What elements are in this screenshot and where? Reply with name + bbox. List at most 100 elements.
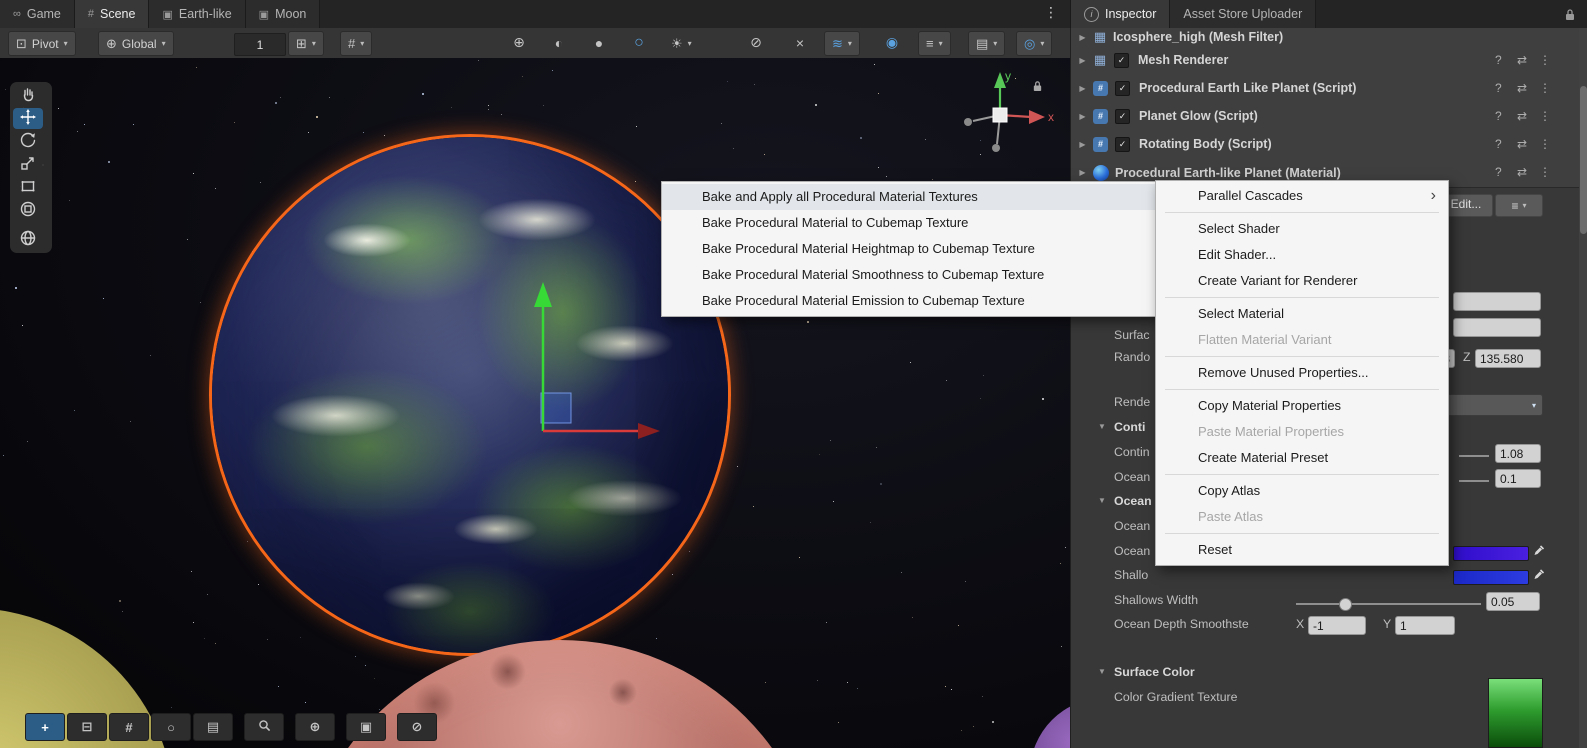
presets-icon[interactable]: ⇄ (1517, 81, 1527, 95)
menu-item-create-variant[interactable]: Create Variant for Renderer (1156, 268, 1448, 294)
help-icon[interactable]: ? (1495, 137, 1502, 151)
color-gradient-texture-preview[interactable] (1488, 678, 1543, 748)
component-enabled-checkbox[interactable]: ✓ (1115, 109, 1130, 124)
continent-value-field[interactable] (1495, 444, 1541, 463)
scene-viewport[interactable]: y x + ⊟ # ○ ▤ ⊕ ▣ ⊘ (0, 58, 1070, 748)
presets-icon[interactable]: ⇄ (1517, 165, 1527, 179)
foldout-icon[interactable]: ▶ (1074, 140, 1091, 149)
kebab-icon[interactable]: ⋮ (1539, 137, 1551, 151)
gizmos-dropdown[interactable]: ◎ ▾ (1016, 31, 1052, 56)
foldout-open-icon[interactable]: ▼ (1098, 667, 1106, 676)
rotate-tool-button[interactable] (13, 131, 43, 152)
foldout-icon[interactable]: ▶ (1074, 112, 1091, 121)
x-axis-arrowhead[interactable] (638, 423, 660, 439)
menu-item-edit-shader[interactable]: Edit Shader... (1156, 242, 1448, 268)
kebab-icon[interactable]: ⋮ (1539, 81, 1551, 95)
menu-item-bake-apply-all[interactable]: Bake and Apply all Procedural Material T… (662, 184, 1156, 210)
tab-moon[interactable]: ▣ Moon (246, 0, 321, 28)
lighting-dropdown[interactable]: ☀ ▾ (663, 31, 700, 56)
transform-tool-button[interactable] (13, 200, 43, 221)
effects-off-icon[interactable]: × (786, 31, 814, 54)
component-header-procedural-earth[interactable]: ▶ # ✓ Procedural Earth Like Planet (Scri… (1071, 74, 1579, 103)
help-icon[interactable]: ? (1495, 109, 1502, 123)
tab-earth-like[interactable]: ▣ Earth-like (149, 0, 245, 28)
kebab-icon[interactable]: ⋮ (1539, 165, 1551, 179)
section-header-ocean[interactable]: Ocean (1114, 494, 1152, 508)
section-header-continents[interactable]: Conti (1114, 420, 1145, 434)
effects-dropdown[interactable]: ≋ ▾ (824, 31, 860, 56)
foldout-open-icon[interactable]: ▼ (1098, 422, 1106, 431)
foldout-icon[interactable]: ▶ (1074, 168, 1091, 177)
shaded-sphere-icon[interactable]: ◐ (545, 31, 573, 54)
menu-item-reset[interactable]: Reset (1156, 537, 1448, 563)
property-field[interactable] (1453, 318, 1541, 337)
component-header-mesh-renderer[interactable]: ▶ ▦ ✓ Mesh Renderer ? ⇄ ⋮ (1071, 46, 1579, 75)
gizmo-lock-icon[interactable] (1032, 80, 1043, 95)
ocean-value-field[interactable] (1495, 469, 1541, 488)
kebab-icon[interactable]: ⋮ (1539, 53, 1551, 67)
inspector-scrollbar[interactable] (1579, 28, 1587, 748)
move-tool-button[interactable]: + (25, 713, 65, 741)
property-field[interactable] (1453, 292, 1541, 311)
grid-size-input[interactable] (234, 33, 286, 56)
grid-snap-dropdown[interactable]: ⊞ ▾ (288, 31, 324, 56)
custom-tool-button[interactable] (13, 229, 43, 250)
sphere-button[interactable]: ○ (151, 713, 191, 741)
shallows-width-slider-knob[interactable] (1339, 598, 1352, 611)
help-icon[interactable]: ? (1495, 165, 1502, 179)
help-icon[interactable]: ? (1495, 53, 1502, 67)
lock-icon[interactable] (1564, 8, 1576, 24)
move-tool-button[interactable] (13, 108, 43, 129)
ocean-depth-y-field[interactable] (1395, 616, 1455, 635)
menu-item-remove-unused[interactable]: Remove Unused Properties... (1156, 360, 1448, 386)
menu-item-create-preset[interactable]: Create Material Preset (1156, 445, 1448, 471)
menu-item-copy-atlas[interactable]: Copy Atlas (1156, 478, 1448, 504)
y-axis-arrowhead[interactable] (534, 282, 552, 307)
filled-circle-icon[interactable]: ● (585, 31, 613, 54)
presets-icon[interactable]: ⇄ (1517, 109, 1527, 123)
menu-item-bake-cubemap[interactable]: Bake Procedural Material to Cubemap Text… (662, 210, 1156, 236)
search-button[interactable] (244, 713, 284, 741)
scale-tool-button[interactable] (13, 154, 43, 175)
menu-item-bake-smoothness[interactable]: Bake Procedural Material Smoothness to C… (662, 262, 1156, 288)
scrollbar-thumb[interactable] (1580, 86, 1587, 234)
menu-item-copy-properties[interactable]: Copy Material Properties (1156, 393, 1448, 419)
shallows-color-swatch[interactable] (1453, 570, 1529, 585)
wire-sphere-icon[interactable]: ⊕ (505, 31, 533, 54)
foldout-icon[interactable]: ▶ (1074, 84, 1091, 93)
tab-scene[interactable]: # Scene (75, 0, 150, 28)
component-header-rotating-body[interactable]: ▶ # ✓ Rotating Body (Script) ? ⇄ ⋮ (1071, 130, 1579, 159)
component-header-planet-glow[interactable]: ▶ # ✓ Planet Glow (Script) ? ⇄ ⋮ (1071, 102, 1579, 131)
foldout-icon[interactable]: ▶ (1074, 56, 1091, 65)
slider-track[interactable] (1459, 455, 1489, 457)
camera-button[interactable]: ▣ (346, 713, 386, 741)
grid-button[interactable]: # (109, 713, 149, 741)
kebab-icon[interactable]: ⋮ (1539, 109, 1551, 123)
axis-button[interactable]: ⊕ (295, 713, 335, 741)
hand-tool-button[interactable] (13, 85, 43, 106)
component-enabled-checkbox[interactable]: ✓ (1114, 53, 1129, 68)
eyedropper-icon[interactable] (1533, 544, 1545, 560)
disable-button[interactable]: ⊘ (397, 713, 437, 741)
camera-view-dropdown[interactable]: ▤ ▾ (968, 31, 1005, 56)
foldout-icon[interactable]: ▶ (1074, 33, 1091, 42)
panel-menu-kebab-icon[interactable]: ⋮ (1044, 4, 1058, 21)
plane-handle[interactable] (541, 393, 571, 423)
menu-item-bake-heightmap[interactable]: Bake Procedural Material Heightmap to Cu… (662, 236, 1156, 262)
increment-snap-dropdown[interactable]: # ▾ (340, 31, 372, 56)
section-header-surface-color[interactable]: Surface Color (1114, 665, 1195, 679)
shallows-width-field[interactable] (1486, 592, 1540, 611)
menu-item-bake-emission[interactable]: Bake Procedural Material Emission to Cub… (662, 288, 1156, 314)
gizmo-z-axis[interactable] (992, 144, 1000, 152)
slider-track[interactable] (1459, 480, 1489, 482)
menu-item-select-shader[interactable]: Select Shader (1156, 216, 1448, 242)
foldout-open-icon[interactable]: ▼ (1098, 496, 1106, 505)
tab-inspector[interactable]: i Inspector (1071, 0, 1170, 28)
layers-dropdown[interactable]: ≡ ▾ (918, 31, 951, 56)
presets-icon[interactable]: ⇄ (1517, 137, 1527, 151)
component-enabled-checkbox[interactable]: ✓ (1115, 81, 1130, 96)
layers-button[interactable]: ▤ (193, 713, 233, 741)
purple-moon-object[interactable] (1030, 698, 1070, 748)
tab-game[interactable]: ∞ Game (0, 0, 75, 28)
component-enabled-checkbox[interactable]: ✓ (1115, 137, 1130, 152)
